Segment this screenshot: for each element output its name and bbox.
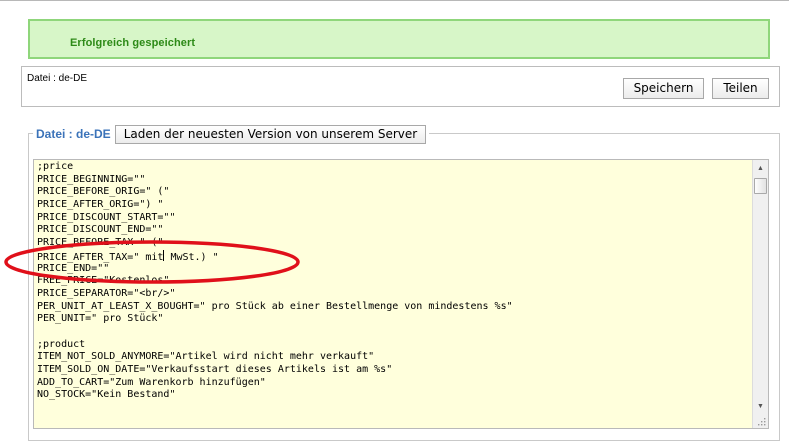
language-file-textarea[interactable]: ;price PRICE_BEGINNING="" PRICE_BEFORE_ORI… — [33, 159, 769, 429]
code-line: PRICE_BEGINNING="" — [37, 173, 146, 185]
save-button[interactable]: Speichern — [623, 78, 704, 99]
code-line: ADD_TO_CART="Zum Warenkorb hinzufügen" — [37, 376, 266, 388]
translation-editor-page: Erfolgreich gespeichert Datei : de-DE Sp… — [0, 0, 789, 446]
share-button[interactable]: Teilen — [712, 78, 769, 99]
code-line: NO_STOCK="Kein Bestand" — [37, 389, 176, 401]
code-line-tail: MwSt.) " — [164, 251, 219, 263]
code-line: ITEM_SOLD_ON_DATE="Verkaufsstart dieses … — [37, 364, 393, 375]
file-header-panel: Datei : de-DE Speichern Teilen — [21, 66, 780, 107]
scroll-up-arrow-icon[interactable]: ▲ — [753, 160, 768, 176]
code-line: PER_UNIT_AT_LEAST_X_BOUGHT=" pro Stück a… — [37, 300, 513, 312]
section-title: Datei : de-DE — [36, 127, 111, 141]
load-latest-version-button[interactable]: Laden der neuesten Version von unserem S… — [114, 124, 427, 144]
code-line: PRICE_SEPARATOR="<br/>" — [37, 287, 176, 299]
scroll-down-arrow-icon[interactable]: ▼ — [753, 398, 768, 414]
code-line: PRICE_BEFORE_ORIG=" (" — [37, 186, 170, 198]
file-label: Datei : de-DE — [27, 73, 88, 84]
code-line: PRICE_END="" — [37, 262, 110, 274]
success-notice: Erfolgreich gespeichert — [28, 19, 770, 59]
scroll-thumb[interactable] — [754, 178, 767, 194]
code-line: PRICE_AFTER_ORIG=") " — [37, 199, 164, 211]
code-line: PRICE_AFTER_TAX=" mit MwSt.) " — [37, 249, 219, 263]
code-line: ITEM_NOT_SOLD_ANYMORE="Artikel wird nich… — [37, 351, 375, 363]
resize-grip-icon[interactable] — [756, 416, 766, 426]
code-line: PRICE_DISCOUNT_START="" — [37, 211, 176, 223]
code-line: PER_UNIT=" pro Stück" — [37, 313, 164, 325]
code-line: FREE_PRICE="Kostenlos" — [37, 275, 170, 287]
fieldset-legend: Datei : de-DE Laden der neuesten Version… — [33, 124, 430, 144]
code-line: ;price — [37, 161, 74, 172]
vertical-scrollbar[interactable]: ▲ ▼ — [752, 160, 768, 428]
code-content: ;price PRICE_BEGINNING="" PRICE_BEFORE_ORI… — [37, 161, 513, 402]
success-message: Erfolgreich gespeichert — [70, 37, 196, 49]
code-line: PRICE_DISCOUNT_END="" — [37, 224, 164, 236]
code-line: ;product — [37, 338, 86, 350]
code-line: PRICE_BEFORE_TAX=" (" — [37, 237, 164, 249]
